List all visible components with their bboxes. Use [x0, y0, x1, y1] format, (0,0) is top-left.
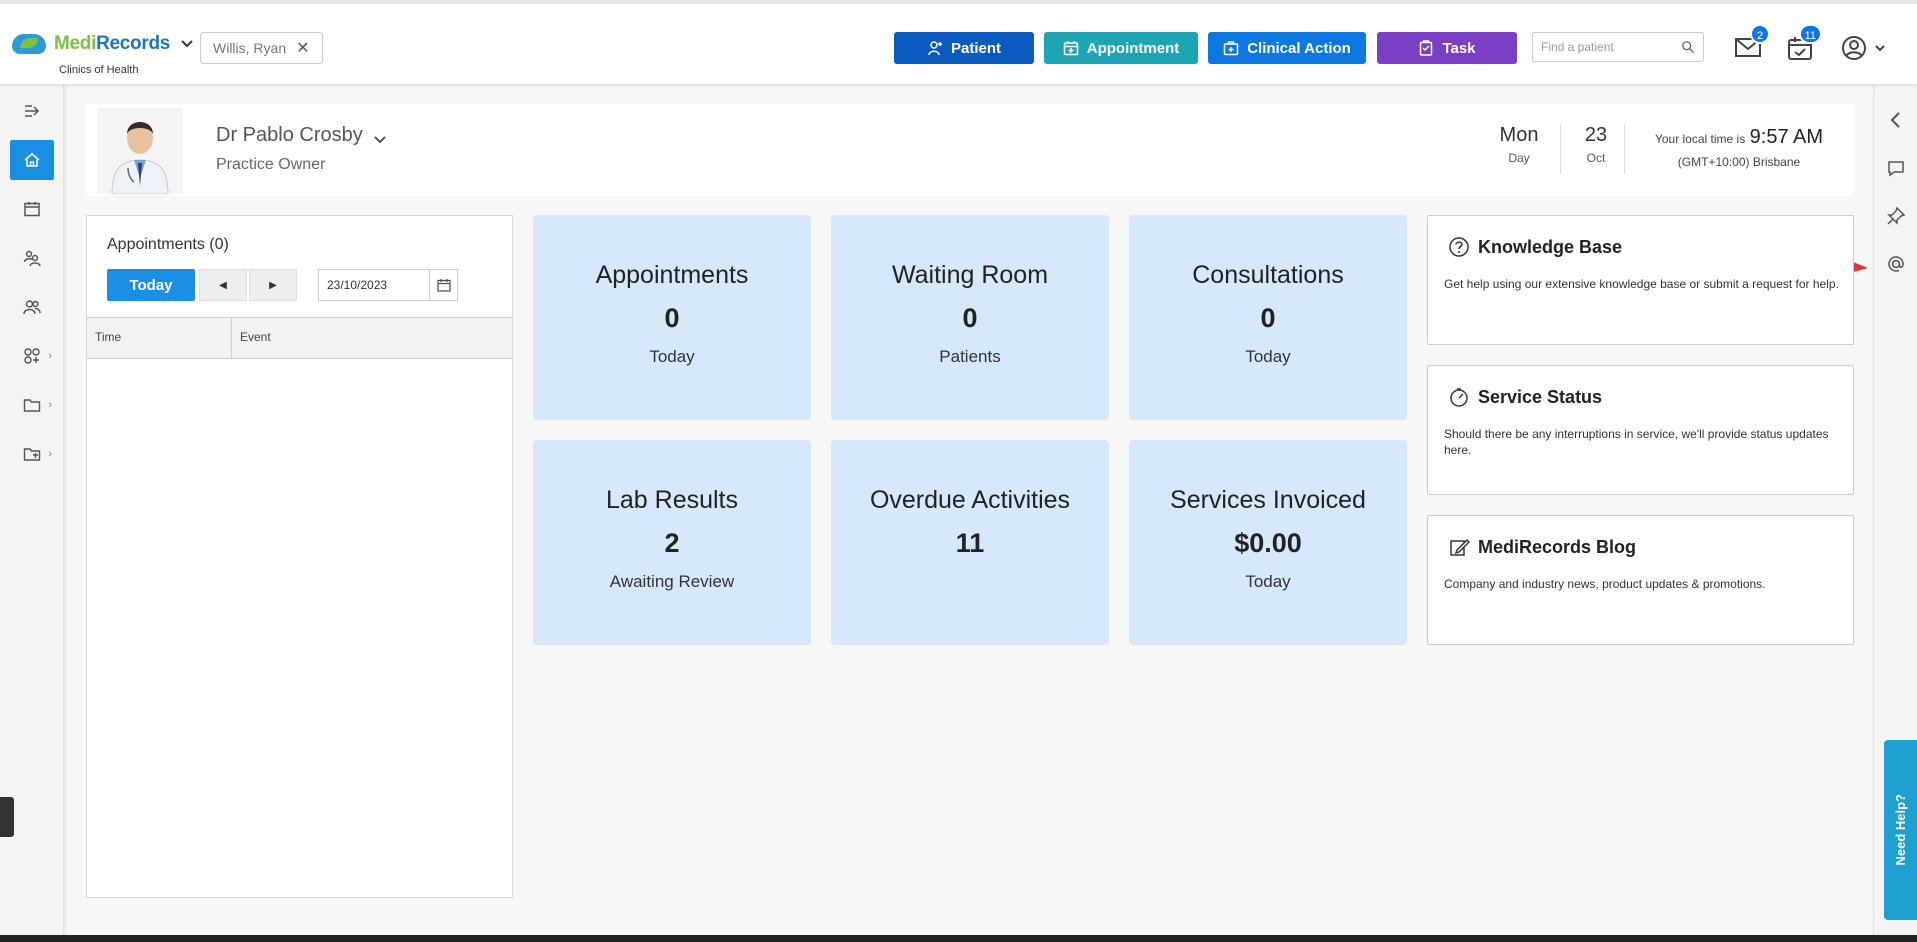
doctor-name[interactable]: Dr Pablo Crosby — [216, 124, 387, 147]
home-icon — [24, 153, 40, 167]
tile-waiting-room[interactable]: Waiting Room 0 Patients — [831, 215, 1109, 420]
patient-button[interactable]: Patient — [894, 32, 1034, 64]
profile-header: Dr Pablo Crosby Practice Owner Mon Day 2… — [86, 104, 1854, 196]
chevron-down-icon[interactable] — [180, 39, 194, 49]
chevron-right-icon: › — [48, 448, 52, 460]
column-event: Event — [240, 330, 271, 344]
card-medirecords-blog[interactable]: MediRecords Blog Company and industry ne… — [1427, 515, 1854, 645]
people-icon — [23, 300, 41, 315]
messages-badge: 2 — [1750, 24, 1770, 44]
task-button[interactable]: Task — [1377, 32, 1517, 64]
folder-icon — [23, 399, 41, 412]
sidebar-item-shared-folder[interactable]: › — [10, 434, 54, 474]
logo-cloud-icon — [10, 32, 50, 56]
sidebar-item-clinical[interactable] — [10, 238, 54, 278]
messages-button[interactable]: 2 — [1734, 24, 1770, 64]
selected-patient-chip[interactable]: Willis, Ryan ✕ — [200, 32, 323, 64]
chevron-left-icon[interactable] — [1886, 110, 1906, 130]
medirecords-logo[interactable]: MediRecords — [10, 32, 194, 56]
card-service-status[interactable]: Service Status Should there be any inter… — [1427, 365, 1854, 495]
expand-sidebar-button[interactable] — [10, 91, 54, 131]
weekday-block: Mon Day — [1499, 124, 1539, 165]
chevron-right-icon: › — [48, 399, 52, 411]
user-menu-button[interactable] — [1840, 34, 1890, 64]
tile-appointments[interactable]: Appointments 0 Today — [533, 215, 811, 420]
date-divider — [1624, 124, 1625, 174]
previous-day-button[interactable]: ◀ — [199, 269, 247, 301]
avatar — [98, 108, 182, 194]
tasks-calendar-button[interactable]: 11 — [1786, 24, 1822, 64]
appointments-panel: Appointments (0) Today ◀ ▶ Time Event — [86, 215, 513, 898]
sidebar-item-patients[interactable] — [10, 287, 54, 327]
close-icon[interactable]: ✕ — [296, 38, 309, 58]
calendar-icon — [24, 202, 40, 217]
search-input[interactable] — [1541, 40, 1681, 54]
appointments-title: Appointments (0) — [107, 236, 229, 253]
medical-bag-icon — [1223, 41, 1239, 56]
doctor-role: Practice Owner — [216, 156, 326, 173]
chevron-down-icon — [374, 135, 386, 143]
calendar-plus-icon — [1063, 41, 1078, 56]
sidebar-item-modules[interactable]: › — [10, 336, 54, 376]
clinic-name: Clinics of Health — [59, 64, 139, 76]
sidebar-item-folder[interactable]: › — [10, 385, 54, 425]
user-circle-icon — [1842, 36, 1866, 60]
sidebar-item-calendar[interactable] — [10, 189, 54, 229]
add-person-icon — [928, 41, 942, 56]
pin-icon[interactable] — [1886, 206, 1906, 226]
day-block: 23 Oct — [1584, 124, 1608, 165]
date-picker[interactable] — [318, 269, 458, 301]
top-bar: MediRecords Clinics of Health Willis, Ry… — [0, 0, 1917, 84]
next-day-button[interactable]: ▶ — [249, 269, 297, 301]
question-circle-icon — [1449, 237, 1469, 257]
tile-overdue-activities[interactable]: Overdue Activities 11 — [831, 440, 1109, 645]
need-help-button[interactable]: Need Help? — [1884, 740, 1917, 920]
tile-services-invoiced[interactable]: Services Invoiced $0.00 Today — [1129, 440, 1407, 645]
chevron-right-icon: › — [48, 350, 52, 362]
tile-consultations[interactable]: Consultations 0 Today — [1129, 215, 1407, 420]
clinical-action-button[interactable]: Clinical Action — [1208, 32, 1366, 64]
chevron-down-icon — [1875, 45, 1885, 52]
today-button[interactable]: Today — [107, 269, 195, 301]
folder-tree-icon — [23, 448, 41, 461]
screen-capture-tab[interactable] — [0, 797, 14, 837]
selected-patient-name: Willis, Ryan — [213, 40, 287, 56]
clinicians-icon — [23, 250, 41, 267]
modules-icon — [24, 348, 40, 364]
local-time: Your local time is 9:57 AM (GMT+10:00) B… — [1654, 126, 1824, 169]
appointment-button[interactable]: Appointment — [1044, 32, 1198, 64]
taskbar-strip — [0, 935, 1917, 942]
logo-text: MediRecords — [54, 33, 171, 54]
chat-icon[interactable] — [1886, 158, 1906, 178]
at-sign-icon[interactable] — [1886, 254, 1906, 274]
edit-note-icon — [1450, 538, 1470, 556]
tasks-badge: 11 — [1798, 24, 1822, 44]
patient-search[interactable] — [1532, 32, 1704, 62]
expand-menu-icon — [25, 105, 40, 117]
card-knowledge-base[interactable]: Knowledge Base Get help using our extens… — [1427, 215, 1854, 345]
search-icon[interactable] — [1681, 39, 1695, 55]
date-divider — [1560, 124, 1561, 174]
appointments-table-header: Time Event — [87, 317, 512, 359]
column-time: Time — [87, 318, 232, 358]
calendar-icon[interactable] — [429, 270, 457, 300]
gauge-icon — [1450, 388, 1468, 407]
date-field[interactable] — [319, 278, 429, 292]
tile-lab-results[interactable]: Lab Results 2 Awaiting Review — [533, 440, 811, 645]
clipboard-icon — [1420, 40, 1433, 56]
sidebar-item-home[interactable] — [10, 140, 54, 180]
